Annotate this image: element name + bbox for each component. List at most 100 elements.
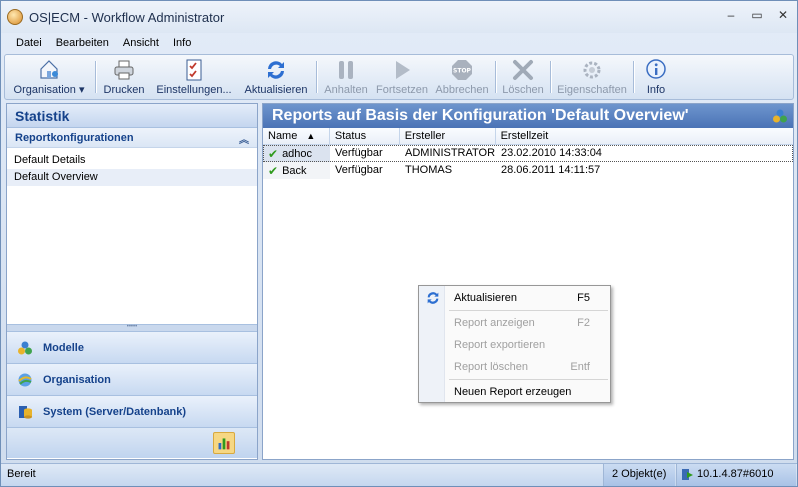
menu-ansicht[interactable]: Ansicht (116, 37, 166, 49)
config-item-default-overview[interactable]: Default Overview (7, 169, 257, 186)
server-address: 10.1.4.87#6010 (697, 468, 774, 480)
context-menu: Aktualisieren F5 Report anzeigen F2 Repo… (418, 285, 611, 403)
refresh-icon (268, 61, 284, 79)
row-erstellzeit: 28.06.2011 14:11:57 (501, 164, 601, 176)
ctx-label: Neuen Report erzeugen (454, 386, 572, 398)
ctx-label: Aktualisieren (454, 292, 517, 304)
menu-datei[interactable]: Datei (9, 37, 49, 49)
config-item-default-details[interactable]: Default Details (7, 152, 257, 169)
nav-modelle-label: Modelle (43, 341, 84, 354)
play-icon (396, 61, 410, 79)
organisation-button[interactable]: Organisation ▾ (5, 55, 93, 99)
reportkonfigurationen-section[interactable]: Reportkonfigurationen ︽ (7, 128, 257, 148)
ctx-label: Report anzeigen (454, 317, 535, 329)
info-label: Info (646, 84, 666, 96)
nav-overflow-bar (7, 427, 257, 458)
toolbar-separator (633, 61, 634, 93)
info-icon (646, 59, 666, 79)
nav-organisation[interactable]: Organisation (7, 363, 257, 395)
ctx-label: Report löschen (454, 361, 528, 373)
delete-icon (513, 60, 533, 80)
title-bar: OS|ECM - Workflow Administrator – ▭ ✕ (1, 1, 797, 33)
statistik-header: Statistik (7, 104, 257, 128)
section-title: Reportkonfigurationen (15, 132, 134, 144)
nav-organisation-label: Organisation (43, 373, 111, 386)
home-network-icon (40, 60, 58, 79)
row-ersteller: ADMINISTRATOR (405, 147, 496, 159)
reports-header: Reports auf Basis der Konfiguration 'Def… (263, 104, 793, 128)
collapse-chevron-icon[interactable]: ︽ (239, 131, 249, 146)
models-icon (18, 341, 32, 354)
server-status: 10.1.4.87#6010 (676, 464, 796, 486)
ctx-neuen-report[interactable]: Neuen Report erzeugen (419, 381, 610, 403)
table-row[interactable]: ✔ adhoc Verfügbar ADMINISTRATOR 23.02.20… (263, 145, 793, 162)
ctx-shortcut: F2 (577, 317, 590, 329)
aktualisieren-label: Aktualisieren (244, 84, 308, 96)
window-controls: – ▭ ✕ (725, 9, 789, 21)
row-status: Verfügbar (335, 147, 383, 159)
toolbar: Organisation ▾ Drucken Einstellungen... (4, 54, 794, 100)
nav-system-label: System (Server/Datenbank) (43, 405, 187, 418)
abbrechen-button[interactable]: STOP Abbrechen (431, 55, 493, 99)
info-button[interactable]: Info (636, 55, 676, 99)
right-panel: Reports auf Basis der Konfiguration 'Def… (262, 103, 794, 460)
ctx-aktualisieren[interactable]: Aktualisieren F5 (419, 287, 610, 309)
checklist-icon (186, 59, 202, 81)
anhalten-label: Anhalten (324, 84, 368, 96)
statistics-chart-icon[interactable] (213, 432, 235, 454)
toolbar-separator (495, 61, 496, 93)
column-status[interactable]: Status (330, 128, 400, 144)
models-icon[interactable] (772, 108, 788, 124)
ctx-report-exportieren[interactable]: Report exportieren (419, 334, 610, 356)
loeschen-button[interactable]: Löschen (498, 55, 548, 99)
einstellungen-label: Einstellungen... (156, 84, 232, 96)
window-title: OS|ECM - Workflow Administrator (29, 9, 225, 25)
maximize-button[interactable]: ▭ (751, 9, 763, 21)
refresh-icon (427, 292, 439, 304)
organisation-label: Organisation (13, 84, 76, 96)
column-name[interactable]: Name ▲ (263, 128, 330, 144)
drucken-label: Drucken (103, 84, 145, 96)
status-text: Bereit (7, 468, 36, 480)
row-name: Back (282, 164, 307, 177)
dropdown-arrow-icon: ▾ (78, 84, 85, 96)
column-name-label: Name (268, 130, 298, 142)
row-name-cell: ✔ Back (263, 162, 330, 179)
table-row[interactable]: ✔ Back Verfügbar THOMAS 28.06.2011 14:11… (263, 162, 793, 179)
loeschen-label: Löschen (502, 84, 544, 96)
pause-icon (339, 61, 353, 79)
menu-bar: Datei Bearbeiten Ansicht Info (1, 33, 797, 53)
ctx-report-anzeigen[interactable]: Report anzeigen F2 (419, 312, 610, 334)
reports-title: Reports auf Basis der Konfiguration 'Def… (272, 107, 689, 124)
nav-modelle[interactable]: Modelle (7, 331, 257, 363)
stop-sign-text: STOP (453, 68, 472, 75)
gear-icon (583, 61, 601, 79)
row-erstellzeit: 23.02.2010 14:33:04 (501, 147, 602, 159)
close-button[interactable]: ✕ (777, 9, 789, 21)
drucken-button[interactable]: Drucken (98, 55, 150, 99)
sort-ascending-icon: ▲ (306, 131, 316, 141)
minimize-button[interactable]: – (725, 9, 737, 21)
config-list: Default Details Default Overview (7, 148, 257, 325)
object-count: 2 Objekt(e) (603, 464, 675, 486)
server-database-icon (19, 405, 32, 419)
row-status: Verfügbar (335, 164, 383, 176)
globe-users-icon (18, 373, 32, 386)
fortsetzen-button[interactable]: Fortsetzen (373, 55, 431, 99)
eigenschaften-button[interactable]: Eigenschaften (553, 55, 631, 99)
checkmark-icon: ✔ (268, 146, 279, 161)
column-erstellzeit[interactable]: Erstellzeit (496, 128, 793, 144)
ctx-report-loeschen[interactable]: Report löschen Entf (419, 356, 610, 378)
ctx-shortcut: Entf (570, 361, 590, 373)
stop-sign-icon: STOP (452, 60, 472, 80)
column-ersteller[interactable]: Ersteller (400, 128, 496, 144)
anhalten-button[interactable]: Anhalten (319, 55, 373, 99)
aktualisieren-button[interactable]: Aktualisieren (238, 55, 314, 99)
menu-info[interactable]: Info (166, 37, 198, 49)
fortsetzen-label: Fortsetzen (376, 84, 428, 96)
status-bar: Bereit 2 Objekt(e) 10.1.4.87#6010 (1, 463, 797, 486)
einstellungen-button[interactable]: Einstellungen... (150, 55, 238, 99)
toolbar-separator (316, 61, 317, 93)
menu-bearbeiten[interactable]: Bearbeiten (49, 37, 116, 49)
nav-system[interactable]: System (Server/Datenbank) (7, 395, 257, 427)
